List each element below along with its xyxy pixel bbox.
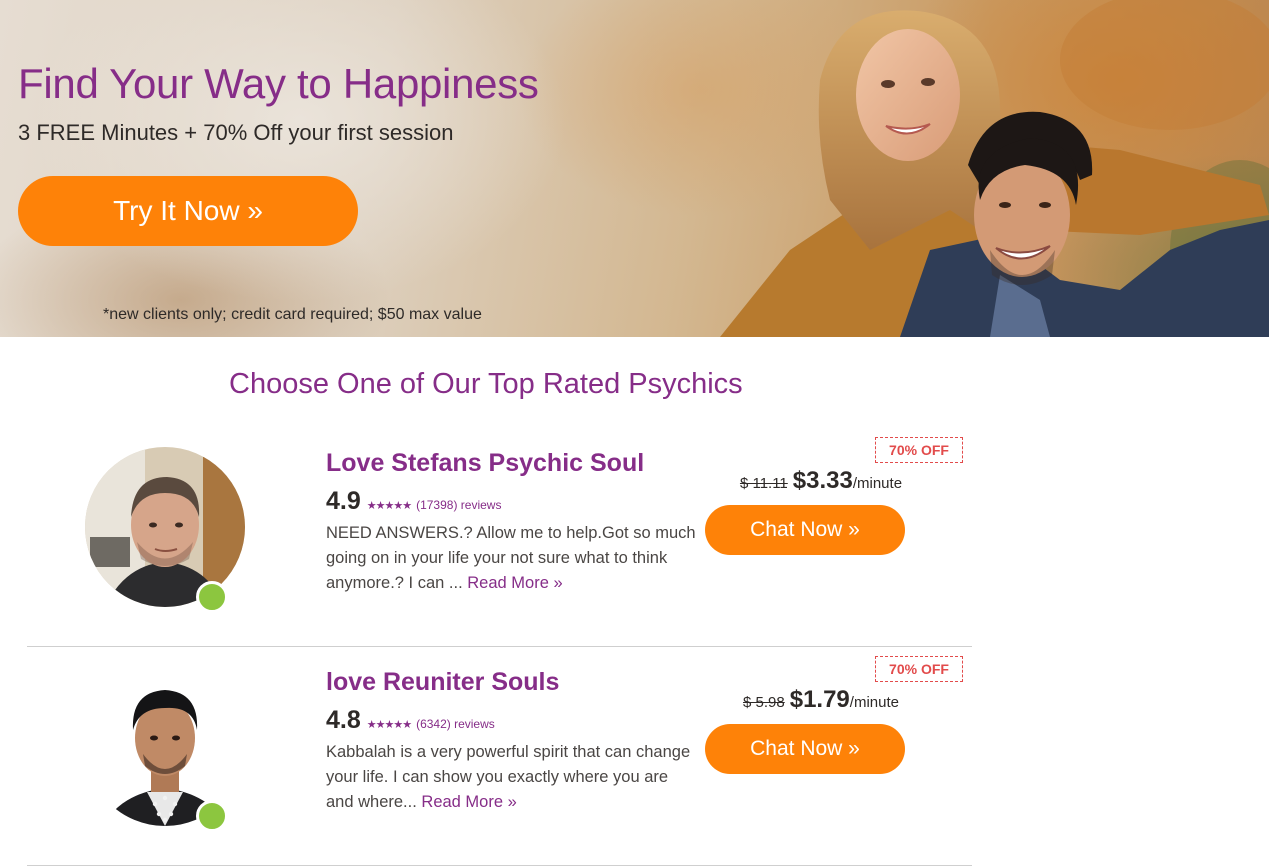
rating-row: 4.8 ★★★★★ (6342) reviews [326, 706, 495, 735]
section-title: Choose One of Our Top Rated Psychics [229, 368, 743, 400]
per-minute-label: /minute [852, 475, 903, 492]
discount-badge: 70% OFF [875, 437, 963, 463]
rating-value: 4.8 [326, 706, 361, 734]
old-price: $ 11.11 [739, 475, 788, 492]
psychic-bio: NEED ANSWERS.? Allow me to help.Got so m… [326, 521, 698, 596]
old-price: $ 5.98 [743, 694, 785, 711]
hero-couple-photo [720, 0, 1269, 337]
chat-now-button[interactable]: Chat Now » [705, 505, 905, 555]
review-count[interactable]: (6342) reviews [416, 717, 495, 731]
star-rating-icon: ★★★★★ [366, 719, 412, 731]
rating-value: 4.9 [326, 487, 361, 515]
chat-now-button[interactable]: Chat Now » [705, 724, 905, 774]
psychic-name[interactable]: Love Stefans Psychic Soul [326, 449, 644, 478]
psychic-avatar-wrap[interactable] [85, 447, 245, 613]
per-minute-label: /minute [849, 694, 899, 711]
discount-badge: 70% OFF [875, 656, 963, 682]
read-more-link[interactable]: Read More » [467, 574, 562, 592]
new-price: $1.79 [789, 686, 850, 713]
read-more-link[interactable]: Read More » [421, 793, 516, 811]
psychic-name[interactable]: love Reuniter Souls [326, 668, 559, 697]
try-it-now-button[interactable]: Try It Now » [18, 176, 358, 246]
star-rating-icon: ★★★★★ [366, 500, 412, 512]
psychic-card: Love Stefans Psychic Soul 4.9 ★★★★★ (173… [27, 427, 972, 647]
hero-disclaimer: *new clients only; credit card required;… [103, 306, 482, 323]
online-status-dot [196, 800, 228, 832]
price-row: $ 11.11 $3.33 /minute [713, 467, 929, 495]
review-count[interactable]: (17398) reviews [416, 498, 501, 512]
hero-title: Find Your Way to Happiness [18, 60, 539, 107]
psychic-avatar-wrap[interactable] [85, 666, 245, 832]
hero-subtitle: 3 FREE Minutes + 70% Off your first sess… [18, 120, 454, 145]
psychic-bio: Kabbalah is a very powerful spirit that … [326, 740, 698, 815]
price-row: $ 5.98 $1.79 /minute [713, 686, 929, 714]
online-status-dot [196, 581, 228, 613]
rating-row: 4.9 ★★★★★ (17398) reviews [326, 487, 501, 516]
psychic-card: love Reuniter Souls 4.8 ★★★★★ (6342) rev… [27, 646, 972, 866]
hero-banner: Find Your Way to Happiness 3 FREE Minute… [0, 0, 1269, 337]
new-price: $3.33 [792, 467, 853, 494]
